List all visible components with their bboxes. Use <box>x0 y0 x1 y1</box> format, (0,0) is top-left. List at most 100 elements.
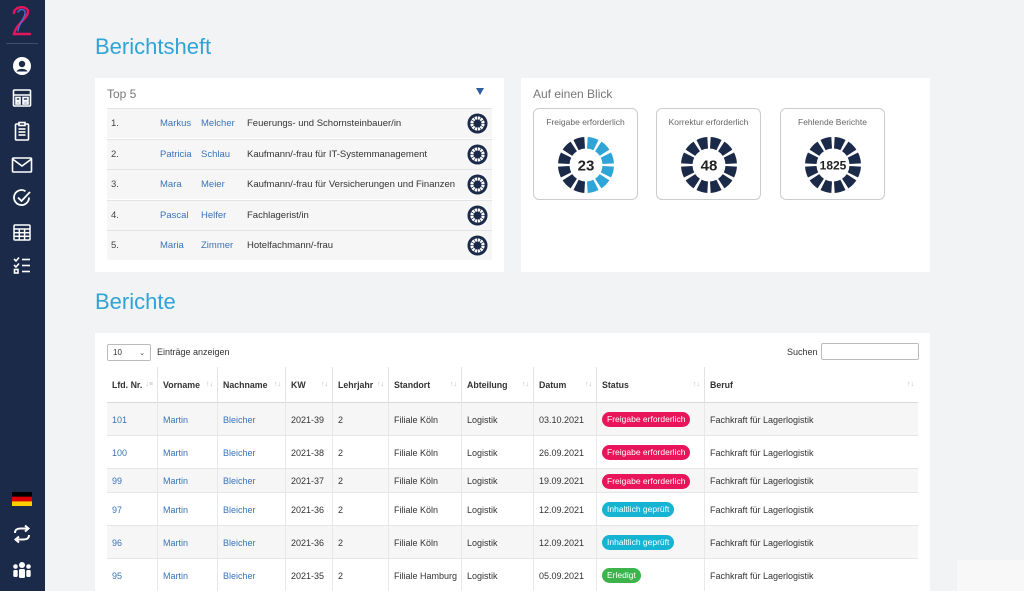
col-vorname-value[interactable]: Martin <box>163 447 188 459</box>
status-badge[interactable]: Inhaltlich geprüft <box>602 535 675 550</box>
status-badge[interactable]: Inhaltlich geprüft <box>602 502 675 517</box>
col-status-header[interactable]: Status ↑↓ <box>596 367 704 403</box>
stat-value: 23 <box>578 157 595 174</box>
app-logo-icon[interactable] <box>8 4 36 38</box>
col-standort-cell: Filiale Köln <box>388 403 461 436</box>
col-nachname-cell[interactable]: Bleicher <box>217 526 285 559</box>
col-vorname-cell[interactable]: Martin <box>157 526 217 559</box>
col-vorname-value[interactable]: Martin <box>163 414 188 426</box>
col-standort-header[interactable]: Standort ↑↓ <box>388 367 461 403</box>
col-nachname-cell[interactable]: Bleicher <box>217 469 285 493</box>
check-circle-icon[interactable] <box>10 186 34 210</box>
col-datum-header[interactable]: Datum ↑↓ <box>533 367 596 403</box>
col-lfd-nr-value[interactable]: 100 <box>112 447 127 459</box>
top5-first-name[interactable]: Patricia <box>160 149 192 160</box>
stat-box[interactable]: Fehlende Berichte 1825 <box>780 108 885 200</box>
col-lfd-nr-cell[interactable]: 96 <box>107 526 157 559</box>
stat-box[interactable]: Korrektur erforderlich 48 <box>656 108 761 200</box>
col-status-cell[interactable]: Erledigt <box>596 559 704 591</box>
top5-first-name[interactable]: Mara <box>160 179 182 190</box>
col-lfd-nr-header[interactable]: Lfd. Nr. ↓≡ <box>107 367 157 403</box>
col-vorname-cell[interactable]: Martin <box>157 403 217 436</box>
team-icon[interactable] <box>10 558 34 582</box>
col-status-cell[interactable]: Freigabe erforderlich <box>596 403 704 436</box>
col-lfd-nr-cell[interactable]: 100 <box>107 436 157 469</box>
dashboard-icon[interactable] <box>10 86 34 110</box>
col-vorname-value[interactable]: Martin <box>163 475 188 487</box>
col-lfd-nr-cell[interactable]: 101 <box>107 403 157 436</box>
mail-icon[interactable] <box>10 153 34 177</box>
top5-row[interactable]: 4. Pascal Helfer Fachlagerist/in <box>107 199 492 230</box>
col-lfd-nr-value[interactable]: 96 <box>112 537 122 549</box>
top5-row[interactable]: 1. Markus Melcher Feuerungs- und Schornstei… <box>107 108 492 138</box>
col-lfd-nr-value[interactable]: 95 <box>112 570 122 582</box>
col-status-cell[interactable]: Freigabe erforderlich <box>596 436 704 469</box>
status-badge[interactable]: Freigabe erforderlich <box>602 412 691 427</box>
col-nachname-value[interactable]: Bleicher <box>223 504 256 516</box>
top5-first-name[interactable]: Markus <box>160 118 191 129</box>
top5-last-name[interactable]: Zimmer <box>201 240 233 251</box>
col-nachname-value[interactable]: Bleicher <box>223 570 256 582</box>
top5-last-name[interactable]: Meier <box>201 179 225 190</box>
col-lfd-nr-value[interactable]: 101 <box>112 414 127 426</box>
col-lfd-nr-value[interactable]: 97 <box>112 504 122 516</box>
col-nachname-cell[interactable]: Bleicher <box>217 493 285 526</box>
top5-last-name[interactable]: Helfer <box>201 210 226 221</box>
col-nachname-value[interactable]: Bleicher <box>223 414 256 426</box>
col-vorname-cell[interactable]: Martin <box>157 559 217 591</box>
top5-row[interactable]: 2. Patricia Schlau Kaufmann/-frau für IT-Sy… <box>107 138 492 169</box>
col-lehrjahr-header[interactable]: Lehrjahr ↑↓ <box>332 367 388 403</box>
col-abteilung-value: Logistik <box>467 504 498 515</box>
col-status-cell[interactable]: Freigabe erforderlich <box>596 469 704 493</box>
col-abteilung-cell: Logistik <box>461 403 533 436</box>
top5-row[interactable]: 5. Maria Zimmer Hotelfachmann/-frau <box>107 230 492 260</box>
clipboard-icon[interactable] <box>10 119 34 143</box>
col-nachname-cell[interactable]: Bleicher <box>217 559 285 591</box>
col-nachname-value[interactable]: Bleicher <box>223 475 256 487</box>
calendar-icon[interactable] <box>10 220 34 244</box>
dropdown-arrow-icon[interactable] <box>476 88 484 95</box>
col-vorname-value[interactable]: Martin <box>163 504 188 516</box>
col-vorname-value[interactable]: Martin <box>163 537 188 549</box>
stat-box[interactable]: Freigabe erforderlich 23 <box>533 108 638 200</box>
top5-heading: Top 5 <box>107 87 137 101</box>
status-badge[interactable]: Erledigt <box>602 568 641 583</box>
col-beruf-header[interactable]: Beruf ↑↓ <box>704 367 918 403</box>
top5-last-name[interactable]: Schlau <box>201 149 230 160</box>
col-nachname-value[interactable]: Bleicher <box>223 537 256 549</box>
col-lehrjahr-value: 2 <box>338 504 344 515</box>
col-nachname-cell[interactable]: Bleicher <box>217 436 285 469</box>
col-vorname-header[interactable]: Vorname ↑↓ <box>157 367 217 403</box>
col-lfd-nr-cell[interactable]: 99 <box>107 469 157 493</box>
col-nachname-cell[interactable]: Bleicher <box>217 403 285 436</box>
col-vorname-cell[interactable]: Martin <box>157 493 217 526</box>
col-kw-header[interactable]: KW ↑↓ <box>285 367 332 403</box>
col-vorname-cell[interactable]: Martin <box>157 436 217 469</box>
col-abteilung-header[interactable]: Abteilung ↑↓ <box>461 367 533 403</box>
column-header-label: Datum <box>539 379 567 390</box>
col-lfd-nr-value[interactable]: 99 <box>112 475 122 487</box>
col-lfd-nr-cell[interactable]: 97 <box>107 493 157 526</box>
top5-last-name[interactable]: Melcher <box>201 118 235 129</box>
swap-icon[interactable] <box>10 522 34 546</box>
col-vorname-value[interactable]: Martin <box>163 570 188 582</box>
user-icon[interactable] <box>10 54 34 78</box>
top5-first-name[interactable]: Pascal <box>160 210 189 221</box>
search-input[interactable] <box>821 343 919 360</box>
status-badge[interactable]: Freigabe erforderlich <box>602 473 691 489</box>
col-lfd-nr-cell[interactable]: 95 <box>107 559 157 591</box>
top5-first-name[interactable]: Maria <box>160 240 184 251</box>
german-flag-icon[interactable] <box>10 487 34 511</box>
page-title: Berichtsheft <box>95 34 212 59</box>
col-status-cell[interactable]: Inhaltlich geprüft <box>596 526 704 559</box>
col-vorname-cell[interactable]: Martin <box>157 469 217 493</box>
checklist-icon[interactable] <box>10 253 34 277</box>
col-nachname-header[interactable]: Nachname ↑↓ <box>217 367 285 403</box>
sort-icon: ↑↓ <box>206 381 213 388</box>
sort-icon: ↑↓ <box>450 381 457 388</box>
col-nachname-value[interactable]: Bleicher <box>223 447 256 459</box>
top5-row[interactable]: 3. Mara Meier Kaufmann/-frau für Versicheru… <box>107 169 492 199</box>
col-status-cell[interactable]: Inhaltlich geprüft <box>596 493 704 526</box>
status-badge[interactable]: Freigabe erforderlich <box>602 445 691 460</box>
entries-length-select[interactable]: 10 ⌄ <box>107 344 151 361</box>
